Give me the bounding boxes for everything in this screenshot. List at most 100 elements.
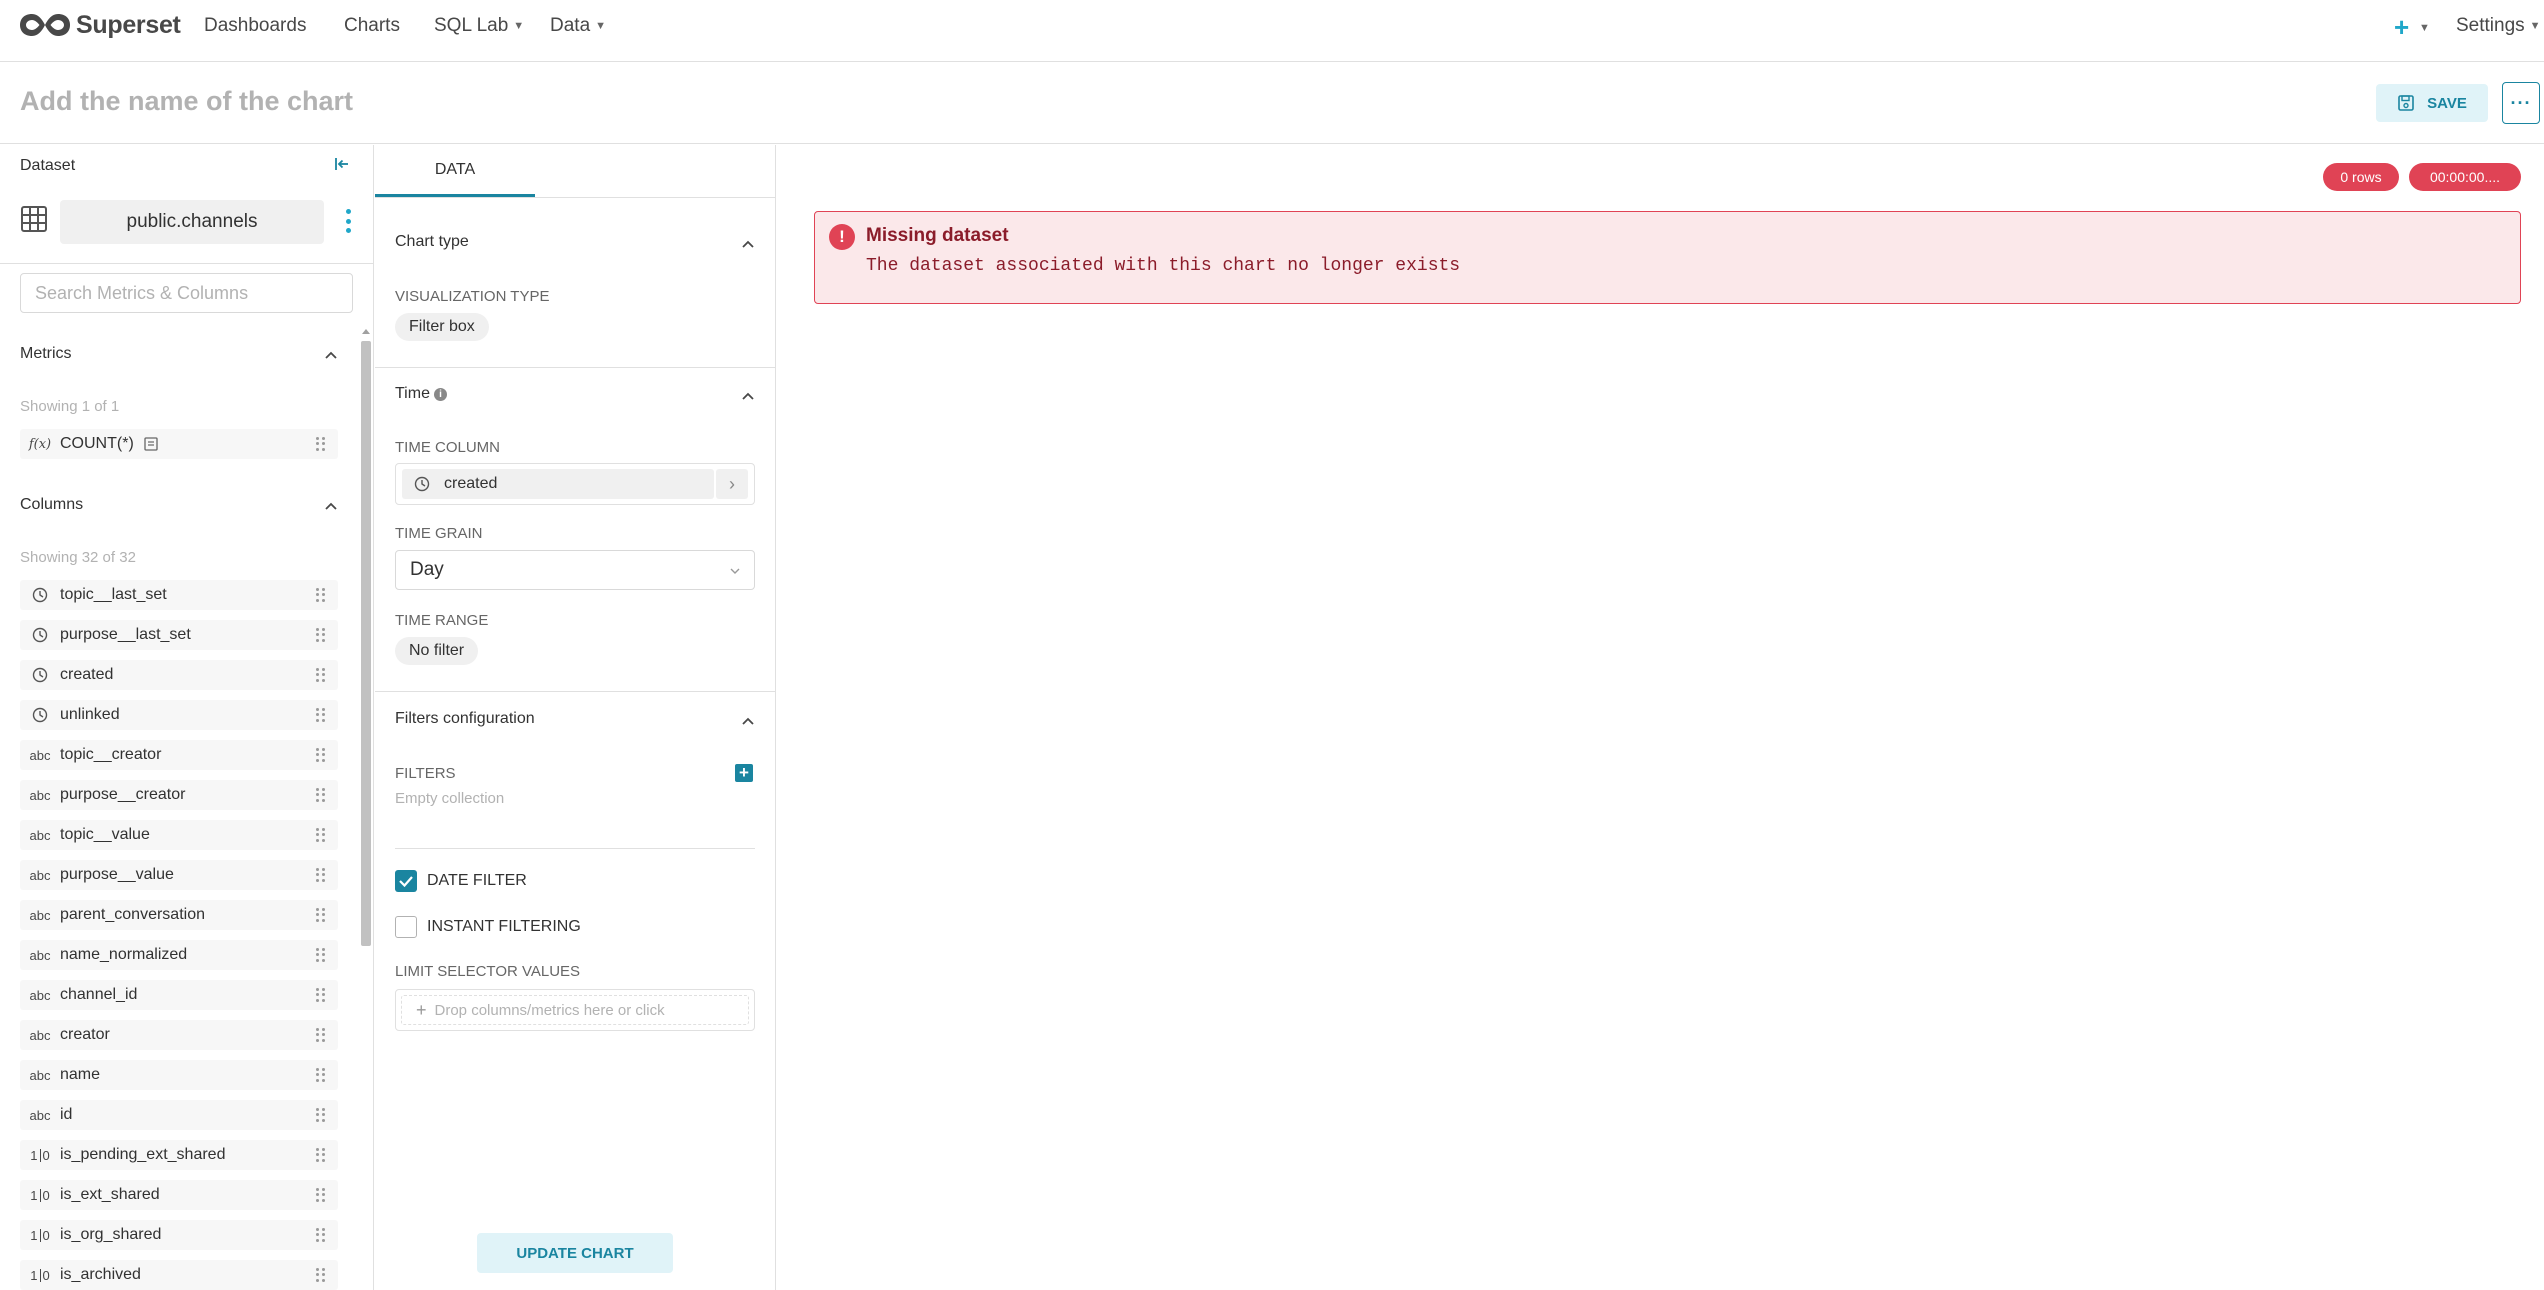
- drag-handle-icon[interactable]: [316, 1228, 326, 1242]
- column-item[interactable]: topic__last_set: [20, 580, 338, 610]
- metrics-section-title[interactable]: Metrics: [20, 345, 72, 363]
- caret-down-icon[interactable]: ▼: [2419, 22, 2430, 34]
- chevron-down-icon: [730, 568, 740, 574]
- drag-handle-icon[interactable]: [316, 1028, 326, 1042]
- dataset-name[interactable]: public.channels: [60, 200, 324, 244]
- drag-handle-icon[interactable]: [316, 708, 326, 722]
- time-grain-label: TIME GRAIN: [395, 525, 483, 542]
- time-range-select[interactable]: No filter: [395, 637, 479, 665]
- drag-handle-icon[interactable]: [316, 1188, 326, 1202]
- drag-handle-icon[interactable]: [316, 788, 326, 802]
- drag-handle-icon[interactable]: [316, 668, 326, 682]
- nav-charts[interactable]: Charts: [344, 15, 400, 37]
- column-item[interactable]: abc topic__creator: [20, 740, 338, 770]
- info-icon[interactable]: i: [433, 388, 447, 401]
- string-type-icon: abc: [29, 747, 51, 763]
- drag-handle-icon[interactable]: [316, 588, 326, 602]
- drag-handle-icon[interactable]: [316, 828, 326, 842]
- dataset-menu-icon[interactable]: [341, 205, 355, 237]
- more-actions-button[interactable]: ···: [2502, 82, 2540, 124]
- column-item[interactable]: abc name: [20, 1060, 338, 1090]
- divider: [0, 263, 373, 264]
- drag-handle-icon[interactable]: [316, 1108, 326, 1122]
- error-icon: !: [829, 224, 855, 250]
- chart-area: 0 rows 00:00:00.... ! Missing dataset Th…: [777, 145, 2544, 1290]
- column-item[interactable]: 1 0 is_ext_shared: [20, 1180, 338, 1210]
- column-item[interactable]: abc channel_id: [20, 980, 338, 1010]
- column-label: id: [60, 1106, 73, 1123]
- visualization-type-select[interactable]: Filter box: [395, 313, 489, 341]
- clock-icon: [32, 707, 48, 723]
- chevron-up-icon[interactable]: [322, 346, 340, 364]
- chevron-up-icon[interactable]: [739, 712, 757, 730]
- columns-section-title[interactable]: Columns: [20, 496, 83, 514]
- drag-handle-icon[interactable]: [316, 1148, 326, 1162]
- update-chart-button[interactable]: UPDATE CHART: [477, 1233, 673, 1273]
- time-column-value-label: created: [444, 475, 498, 492]
- string-type-icon: abc: [29, 947, 51, 963]
- column-item[interactable]: created: [20, 660, 338, 690]
- column-item[interactable]: 1 0 is_pending_ext_shared: [20, 1140, 338, 1170]
- drag-handle-icon[interactable]: [316, 748, 326, 762]
- column-item[interactable]: abc purpose__value: [20, 860, 338, 890]
- column-item[interactable]: abc creator: [20, 1020, 338, 1050]
- sql-expression-icon: [144, 437, 158, 451]
- string-type-icon: abc: [29, 907, 51, 923]
- chevron-right-icon[interactable]: ›: [716, 469, 748, 499]
- drop-zone-inner[interactable]: + Drop columns/metrics here or click: [401, 995, 749, 1025]
- column-item[interactable]: 1 0 is_archived: [20, 1260, 338, 1290]
- plus-icon: +: [416, 999, 427, 1020]
- drag-handle-icon[interactable]: [316, 988, 326, 1002]
- chevron-up-icon[interactable]: [322, 497, 340, 515]
- chart-name-input[interactable]: Add the name of the chart: [20, 86, 353, 117]
- nav-dashboards[interactable]: Dashboards: [204, 15, 306, 37]
- tab-data[interactable]: DATA: [375, 145, 535, 197]
- drag-handle-icon[interactable]: [316, 908, 326, 922]
- collapse-panel-icon[interactable]: [333, 155, 351, 173]
- column-item[interactable]: abc purpose__creator: [20, 780, 338, 810]
- save-button[interactable]: SAVE: [2376, 84, 2488, 122]
- instant-filtering-checkbox[interactable]: [395, 916, 417, 938]
- time-column-label: TIME COLUMN: [395, 439, 500, 456]
- column-label: creator: [60, 1026, 110, 1043]
- plus-icon[interactable]: +: [2394, 12, 2409, 43]
- boolean-type-icon: 10: [30, 1227, 50, 1243]
- time-grain-select[interactable]: Day: [395, 550, 755, 590]
- column-item[interactable]: abc parent_conversation: [20, 900, 338, 930]
- nav-settings[interactable]: Settings ▼: [2456, 15, 2541, 37]
- limit-selector-drop-zone[interactable]: + Drop columns/metrics here or click: [395, 989, 755, 1031]
- chevron-up-icon[interactable]: [739, 387, 757, 405]
- drag-handle-icon[interactable]: [316, 1268, 326, 1282]
- drag-handle-icon[interactable]: [316, 437, 326, 451]
- nav-sql-lab[interactable]: SQL Lab ▼: [434, 15, 524, 37]
- chevron-up-icon[interactable]: [739, 235, 757, 253]
- string-type-icon: abc: [29, 827, 51, 843]
- column-item[interactable]: purpose__last_set: [20, 620, 338, 650]
- column-item[interactable]: 1 0 is_org_shared: [20, 1220, 338, 1250]
- time-section-title[interactable]: Time i: [395, 385, 447, 403]
- instant-filtering-label[interactable]: INSTANT FILTERING: [427, 918, 581, 936]
- add-filter-plus-icon[interactable]: +: [735, 764, 753, 782]
- metric-item[interactable]: f(x) COUNT(*): [20, 429, 338, 459]
- scrollbar-thumb[interactable]: [361, 341, 371, 946]
- superset-logo[interactable]: Superset: [18, 10, 181, 40]
- alert-title: Missing dataset: [866, 225, 1009, 246]
- time-column-value[interactable]: created: [402, 469, 714, 499]
- date-filter-label[interactable]: DATE FILTER: [427, 872, 527, 890]
- divider: [375, 367, 776, 368]
- scroll-up-arrow-icon[interactable]: [362, 329, 370, 334]
- column-item[interactable]: abc name_normalized: [20, 940, 338, 970]
- column-item[interactable]: abc topic__value: [20, 820, 338, 850]
- date-filter-checkbox[interactable]: [395, 870, 417, 892]
- drag-handle-icon[interactable]: [316, 948, 326, 962]
- nav-data[interactable]: Data ▼: [550, 15, 606, 37]
- clock-icon: [20, 667, 60, 683]
- column-item[interactable]: abc id: [20, 1100, 338, 1130]
- column-item[interactable]: unlinked: [20, 700, 338, 730]
- filters-config-section-title[interactable]: Filters configuration: [395, 710, 535, 728]
- search-metrics-columns-input[interactable]: [20, 273, 353, 313]
- chart-type-section-title[interactable]: Chart type: [395, 233, 469, 251]
- drag-handle-icon[interactable]: [316, 1068, 326, 1082]
- drag-handle-icon[interactable]: [316, 628, 326, 642]
- drag-handle-icon[interactable]: [316, 868, 326, 882]
